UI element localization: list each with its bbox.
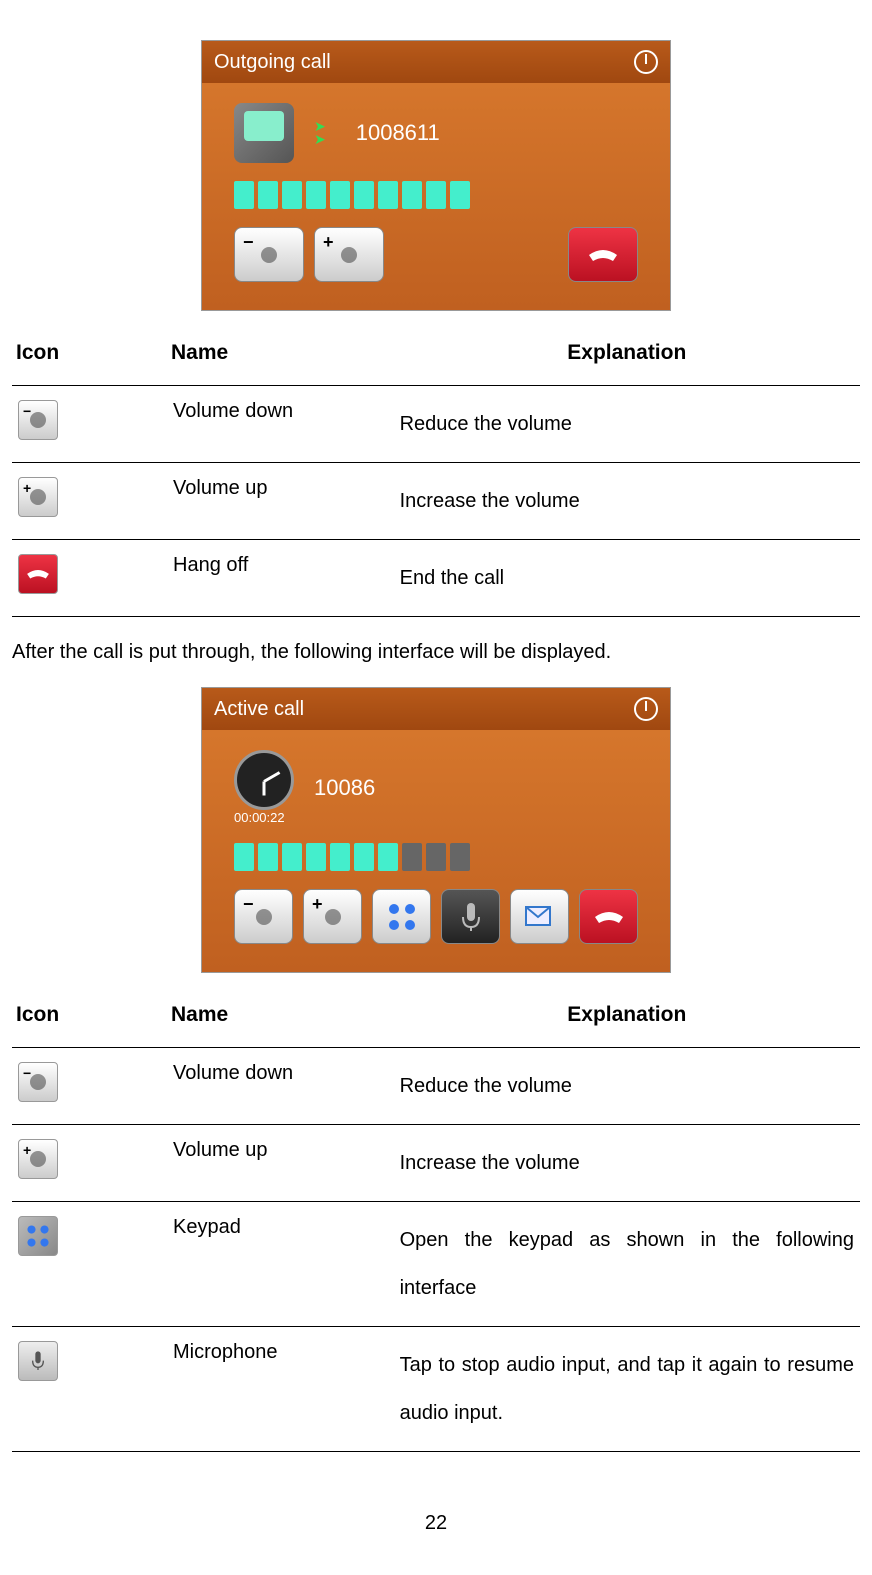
table-row: Hang off End the call <box>12 540 860 617</box>
message-button[interactable] <box>510 889 569 944</box>
call-header: Active call <box>202 688 670 730</box>
speaker-icon <box>341 247 357 263</box>
speaker-icon <box>256 909 272 925</box>
call-number: 1008611 <box>356 120 638 146</box>
table-row: + Volume up Increase the volume <box>12 1125 860 1202</box>
row-name: Volume up <box>167 463 394 540</box>
signal-bar <box>214 833 658 881</box>
row-name: Volume down <box>167 1048 394 1125</box>
page-number: 22 <box>12 1512 860 1535</box>
volume-up-icon: + <box>18 477 58 517</box>
transition-text: After the call is put through, the follo… <box>12 637 860 667</box>
microphone-icon <box>459 901 483 933</box>
row-explanation: Open the keypad as shown in the followin… <box>394 1202 860 1327</box>
row-name: Microphone <box>167 1327 394 1452</box>
volume-up-button[interactable]: + <box>303 889 362 944</box>
clock-icon <box>234 750 294 810</box>
explanation-header: Explanation <box>394 331 860 386</box>
table-row: + Volume up Increase the volume <box>12 463 860 540</box>
call-timer: 00:00:22 <box>234 810 294 825</box>
hang-off-button[interactable] <box>579 889 638 944</box>
keypad-button[interactable] <box>372 889 431 944</box>
row-explanation: Increase the volume <box>394 463 860 540</box>
name-header: Name <box>167 331 394 386</box>
volume-down-button[interactable]: − <box>234 227 304 282</box>
row-explanation: Reduce the volume <box>394 1048 860 1125</box>
speaker-icon <box>261 247 277 263</box>
row-name: Hang off <box>167 540 394 617</box>
call-number: 10086 <box>314 775 638 801</box>
table-row: Microphone Tap to stop audio input, and … <box>12 1327 860 1452</box>
keypad-icon <box>386 901 418 933</box>
outgoing-call-screenshot: Outgoing call ➤➤ 1008611 − + <box>201 40 671 311</box>
row-name: Keypad <box>167 1202 394 1327</box>
explanation-header: Explanation <box>394 993 860 1048</box>
microphone-icon <box>18 1341 58 1381</box>
power-icon <box>634 50 658 74</box>
row-name: Volume down <box>167 386 394 463</box>
row-explanation: Tap to stop audio input, and tap it agai… <box>394 1327 860 1452</box>
call-title: Outgoing call <box>214 51 331 74</box>
row-explanation: End the call <box>394 540 860 617</box>
row-explanation: Increase the volume <box>394 1125 860 1202</box>
table-header-row: Icon Name Explanation <box>12 993 860 1048</box>
call-title: Active call <box>214 698 304 721</box>
active-call-icon-table: Icon Name Explanation − Volume down Redu… <box>12 993 860 1452</box>
hangup-icon <box>585 241 621 269</box>
call-direction-arrows-icon: ➤➤ <box>314 121 326 145</box>
hang-off-icon <box>18 554 58 594</box>
table-row: Keypad Open the keypad as shown in the f… <box>12 1202 860 1327</box>
hang-off-button[interactable] <box>568 227 638 282</box>
volume-down-button[interactable]: − <box>234 889 293 944</box>
row-explanation: Reduce the volume <box>394 386 860 463</box>
volume-up-icon: + <box>18 1139 58 1179</box>
icon-header: Icon <box>12 993 167 1048</box>
microphone-button[interactable] <box>441 889 500 944</box>
hangup-icon <box>591 903 627 931</box>
message-icon <box>524 903 556 931</box>
call-header: Outgoing call <box>202 41 670 83</box>
volume-down-icon: − <box>18 400 58 440</box>
volume-down-icon: − <box>18 1062 58 1102</box>
active-call-screenshot: Active call 00:00:22 10086 − + <box>201 687 671 973</box>
signal-bar <box>214 171 658 219</box>
row-name: Volume up <box>167 1125 394 1202</box>
keypad-icon <box>18 1216 58 1256</box>
table-row: − Volume down Reduce the volume <box>12 1048 860 1125</box>
speaker-icon <box>325 909 341 925</box>
volume-up-button[interactable]: + <box>314 227 384 282</box>
power-icon <box>634 697 658 721</box>
table-row: − Volume down Reduce the volume <box>12 386 860 463</box>
table-header-row: Icon Name Explanation <box>12 331 860 386</box>
outgoing-call-icon-table: Icon Name Explanation − Volume down Redu… <box>12 331 860 617</box>
device-icon <box>234 103 294 163</box>
icon-header: Icon <box>12 331 167 386</box>
name-header: Name <box>167 993 394 1048</box>
